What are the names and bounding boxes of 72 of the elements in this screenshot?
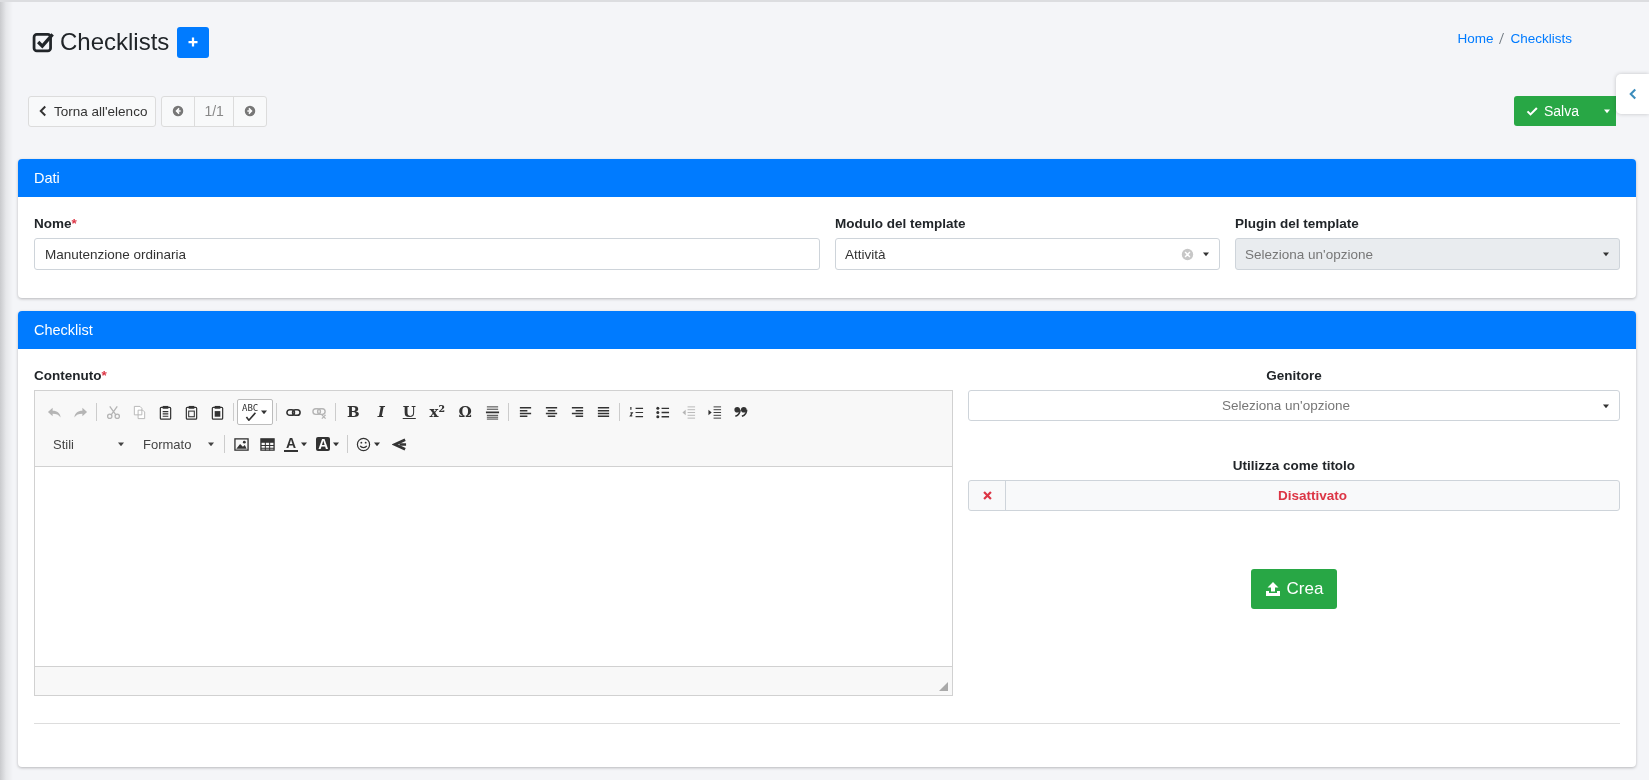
field-label: Genitore — [1266, 368, 1322, 383]
align-center-icon — [543, 404, 559, 420]
spellcheck-label: ABC — [242, 403, 259, 412]
upload-icon — [1264, 581, 1281, 597]
card-header: Dati — [18, 159, 1636, 197]
checkbox-icon — [32, 31, 54, 53]
toolbar-button[interactable]: Ω — [451, 399, 480, 425]
caret-icon — [1602, 251, 1610, 257]
toolbar-button[interactable]: A — [280, 431, 313, 457]
numbered-list-icon — [628, 404, 644, 420]
check-icon — [1525, 105, 1538, 117]
caret-icon — [300, 441, 309, 447]
field-label: Nome — [34, 216, 72, 231]
copy-icon — [131, 404, 147, 420]
select-field[interactable]: Attività — [835, 238, 1220, 270]
align-right-icon — [569, 404, 585, 420]
select-field[interactable]: Seleziona un'opzione — [968, 390, 1620, 421]
caret-icon — [332, 441, 341, 447]
arrow-circle-right-icon — [243, 105, 256, 117]
toolbar-button[interactable]: I — [367, 399, 396, 425]
bullet-list-icon — [654, 404, 670, 420]
indent-icon — [706, 404, 722, 420]
card-header: Checklist — [18, 311, 1636, 349]
caret-icon — [1202, 251, 1210, 257]
caret-icon — [207, 441, 215, 447]
field-label: Utilizza come titolo — [1232, 458, 1356, 473]
arrow-circle-left-icon — [172, 105, 185, 117]
resize-handle-icon — [939, 682, 948, 691]
clipboard-icon — [183, 404, 199, 420]
required-mark: * — [101, 368, 107, 383]
outdent-icon — [680, 404, 696, 420]
clipboard-icon — [209, 404, 225, 420]
image-icon — [233, 436, 249, 452]
dropdown-button[interactable]: Stili — [41, 431, 131, 457]
check-icon — [243, 411, 257, 421]
breadcrumb-link[interactable]: Home — [1457, 31, 1494, 46]
align-left-icon — [517, 404, 533, 420]
table-icon — [259, 436, 275, 452]
horizontal-rule-icon — [484, 404, 500, 420]
chevron-blocks-icon — [391, 436, 407, 452]
scissors-icon — [105, 404, 121, 420]
page-title: Checklists — [60, 27, 170, 57]
toolbar-button[interactable]: U — [395, 399, 424, 425]
caret-icon — [260, 409, 269, 415]
required-mark: * — [71, 216, 77, 231]
toolbar-button[interactable]: A — [312, 431, 345, 457]
toggle-switch[interactable]: Disattivato — [968, 480, 1620, 511]
caret-icon — [1603, 108, 1611, 114]
toolbar-button[interactable]: B — [339, 399, 368, 425]
plus-icon — [187, 36, 200, 48]
chevron-left-icon — [37, 105, 49, 117]
page-counter: 1/1 — [194, 96, 234, 126]
spellcheck-button[interactable]: ABC — [237, 399, 274, 425]
select-field: Seleziona un'opzione — [1235, 238, 1620, 270]
dropdown-button[interactable]: Formato — [131, 431, 221, 457]
sidebar-toggle-button[interactable] — [1616, 74, 1649, 114]
justify-icon — [595, 404, 611, 420]
caret-icon — [373, 441, 382, 447]
clipboard-icon — [157, 404, 173, 420]
back-button[interactable]: Torna all'elenco — [28, 95, 157, 127]
quote-icon — [732, 404, 748, 420]
smiley-icon — [356, 436, 372, 452]
caret-icon — [117, 441, 125, 447]
breadcrumb-link[interactable]: Checklists — [1510, 31, 1572, 46]
cross-icon — [981, 490, 993, 501]
field-label: Modulo del template — [835, 216, 966, 231]
field-label: Plugin del template — [1235, 216, 1359, 231]
caret-icon — [1602, 402, 1610, 409]
toolbar-button[interactable]: x² — [423, 399, 452, 425]
add-button[interactable] — [177, 26, 210, 58]
field-label: Contenuto — [34, 368, 102, 383]
text-input-field[interactable]: Manutenzione ordinaria — [34, 238, 820, 270]
